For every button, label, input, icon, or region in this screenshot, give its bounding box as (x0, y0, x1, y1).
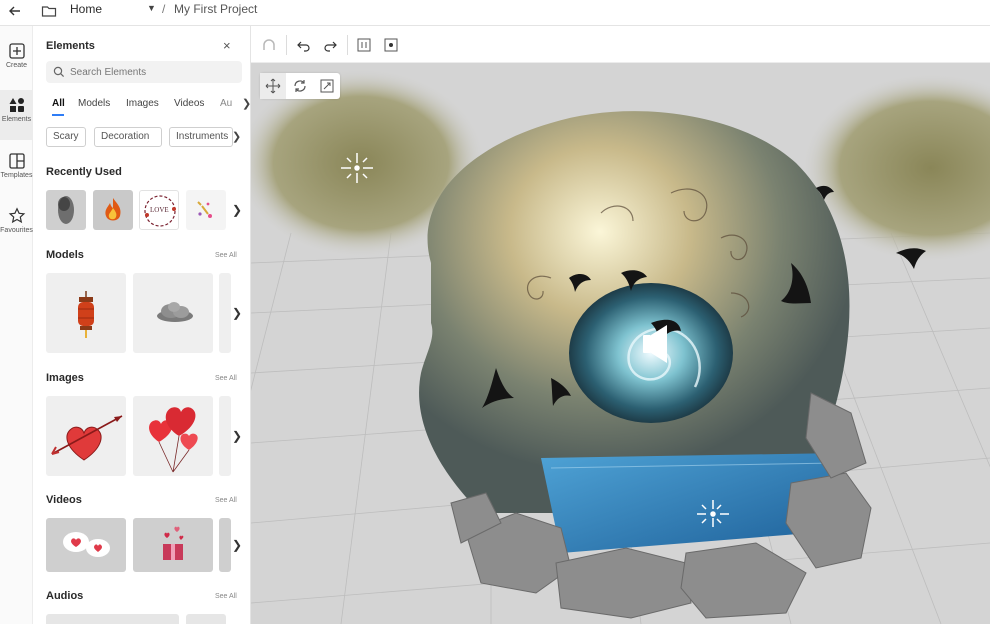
heart-balloons-thumbnail (149, 407, 198, 473)
rotate-icon (294, 80, 306, 92)
top-bar: Home ▼ / My First Project (0, 0, 990, 26)
transform-gizmo-toolbar (260, 73, 340, 99)
breadcrumb-separator: / (162, 2, 166, 16)
love-text: LOVE (150, 206, 169, 214)
rotate-tool-button[interactable] (287, 73, 313, 99)
chevron-right-icon[interactable]: ❯ (232, 203, 242, 217)
move-icon (265, 78, 281, 94)
heart-arrow-thumbnail (51, 415, 123, 461)
see-all-models[interactable]: See All (215, 252, 237, 259)
search-box (46, 61, 242, 83)
tab-images[interactable]: Images (126, 98, 159, 109)
image-item-heart-arrow[interactable] (46, 396, 126, 476)
sparkles-thumbnail (197, 201, 212, 218)
tab-audios[interactable]: Au (220, 98, 232, 109)
see-all-images[interactable]: See All (215, 375, 237, 382)
toolbar-divider (286, 35, 287, 55)
search-input[interactable] (70, 64, 235, 80)
scale-icon (320, 79, 334, 93)
chevron-right-icon[interactable]: ❯ (232, 306, 242, 320)
section-title-videos: Videos (46, 494, 82, 506)
fire-thumbnail (105, 198, 121, 221)
redo-icon[interactable] (322, 37, 338, 53)
star-icon (8, 207, 25, 224)
recent-item-smoke[interactable] (46, 190, 86, 230)
3d-canvas[interactable] (251, 63, 990, 624)
cloud-thumbnail (157, 302, 193, 322)
rail-item-favourites[interactable]: Favourites (0, 201, 33, 251)
magnet-icon[interactable] (261, 37, 277, 53)
chevron-right-icon[interactable]: ❯ (232, 538, 242, 552)
tab-videos[interactable]: Videos (174, 98, 204, 109)
scene-viewport[interactable] (251, 63, 990, 624)
video-item-gift-hearts[interactable] (133, 518, 213, 572)
image-item-heart-balloons[interactable] (133, 396, 213, 476)
section-title-images: Images (46, 372, 84, 384)
rail-item-templates[interactable]: Templates (0, 146, 33, 196)
audio-item[interactable] (46, 614, 179, 624)
rail-label: Elements (1, 116, 32, 123)
tab-all[interactable]: All (52, 98, 65, 109)
undo-icon[interactable] (296, 37, 312, 53)
plus-square-icon (8, 43, 25, 59)
section-title-audios: Audios (46, 590, 84, 602)
toolbar-divider (347, 35, 348, 55)
tab-models[interactable]: Models (78, 98, 110, 109)
recent-item-love-wreath[interactable]: LOVE (139, 190, 179, 230)
gift-hearts-thumbnail (163, 526, 184, 560)
section-title-recently-used: Recently Used (46, 166, 122, 178)
chip-instruments[interactable]: Instruments (169, 127, 233, 147)
image-item-partial[interactable] (219, 396, 231, 476)
scale-tool-button[interactable] (314, 73, 340, 99)
frame-icon[interactable] (356, 37, 372, 53)
canvas-toolbar (251, 26, 990, 63)
chip-decoration[interactable]: Decoration (94, 127, 162, 147)
section-title-models: Models (46, 249, 84, 261)
back-arrow-icon[interactable] (6, 2, 24, 20)
see-all-audios[interactable]: See All (215, 593, 237, 600)
rail-item-elements[interactable]: Elements (0, 90, 33, 140)
left-rail: Create Elements Templates Favourites (0, 26, 33, 624)
center-icon[interactable] (383, 37, 399, 53)
panel-title: Elements (46, 40, 95, 52)
chip-scary[interactable]: Scary (46, 127, 86, 147)
chevron-right-icon[interactable]: ❯ (242, 97, 250, 110)
rail-label: Create (5, 62, 27, 69)
chevron-down-icon[interactable]: ▼ (147, 3, 156, 13)
smoke-thumbnail (58, 196, 74, 224)
close-icon[interactable]: × (223, 38, 231, 53)
elements-panel: Elements × All Models Images Videos Au ❯… (33, 26, 251, 624)
search-icon (53, 66, 65, 78)
breadcrumb-home[interactable]: Home (70, 2, 102, 16)
recent-item-sparkles[interactable] (186, 190, 226, 230)
project-name[interactable]: My First Project (174, 2, 257, 16)
video-item-love-bubbles[interactable] (46, 518, 126, 572)
chevron-right-icon[interactable]: ❯ (232, 130, 241, 143)
rail-label: Templates (0, 172, 33, 179)
tab-active-indicator (52, 114, 64, 116)
element-tabs: All Models Images Videos Au ❯ (46, 98, 250, 116)
move-tool-button[interactable] (260, 73, 286, 99)
rail-label: Favourites (0, 227, 33, 234)
audio-item[interactable] (186, 614, 226, 624)
video-item-partial[interactable] (219, 518, 231, 572)
layout-icon (8, 153, 25, 169)
chevron-right-icon[interactable]: ❯ (232, 429, 242, 443)
rail-item-create[interactable]: Create (0, 36, 33, 86)
love-bubbles-thumbnail (63, 532, 110, 557)
model-item-cloud[interactable] (133, 273, 213, 353)
model-item-lantern[interactable] (46, 273, 126, 353)
lantern-thumbnail (78, 291, 94, 338)
folder-icon[interactable] (40, 2, 58, 20)
see-all-videos[interactable]: See All (215, 497, 237, 504)
recent-item-fire[interactable] (93, 190, 133, 230)
model-item-partial[interactable] (219, 273, 231, 353)
shapes-icon (9, 98, 24, 112)
